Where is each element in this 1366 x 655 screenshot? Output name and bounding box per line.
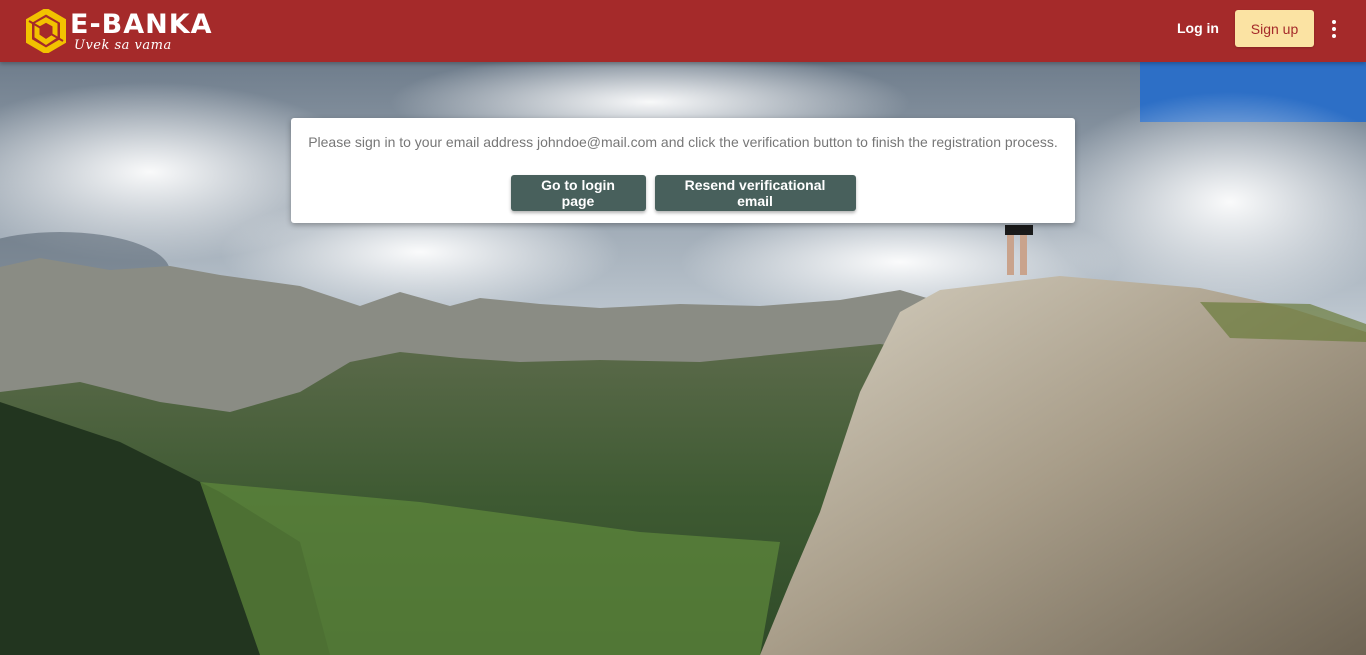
nav-actions: Log in Sign up (1161, 10, 1346, 47)
resend-email-button[interactable]: Resend verificational email (654, 175, 856, 211)
login-link[interactable]: Log in (1161, 10, 1235, 47)
more-vertical-icon[interactable] (1322, 10, 1346, 47)
logo-text: E-BANKA Uvek sa vama (70, 11, 213, 52)
card-actions: Go to login page Resend verificational e… (291, 175, 1075, 211)
go-to-login-button[interactable]: Go to login page (510, 175, 646, 211)
verification-message: Please sign in to your email address joh… (308, 134, 1058, 150)
brand-tagline: Uvek sa vama (74, 37, 172, 53)
logo-icon (26, 9, 66, 53)
menu-dot (1332, 33, 1336, 38)
menu-dot (1332, 26, 1336, 31)
brand-logo[interactable]: E-BANKA Uvek sa vama (24, 6, 214, 56)
brand-name: E-BANKA (70, 8, 213, 40)
verification-notice-card: Please sign in to your email address joh… (291, 118, 1075, 223)
top-navbar: E-BANKA Uvek sa vama Log in Sign up (0, 0, 1366, 62)
signup-button[interactable]: Sign up (1235, 10, 1314, 47)
menu-dot (1332, 19, 1336, 24)
